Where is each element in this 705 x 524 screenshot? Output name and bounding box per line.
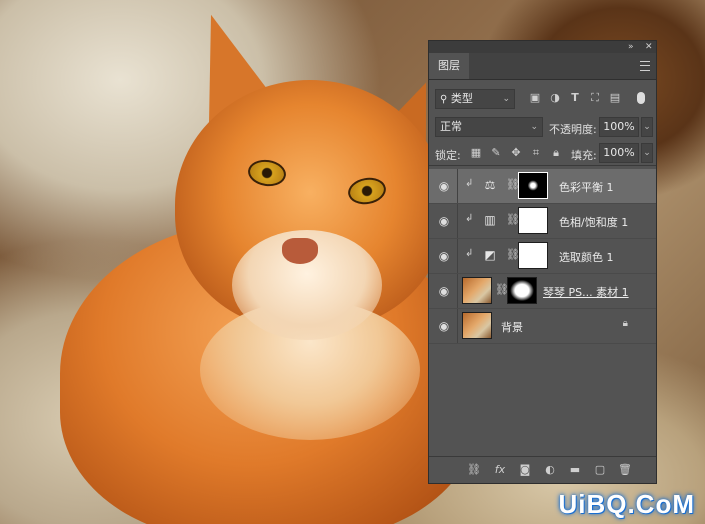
trash-icon[interactable]: 🗑︎ [618,463,632,477]
add-mask-icon[interactable]: ◙ [518,463,532,477]
lock-move-icon[interactable]: ✥ [509,146,523,160]
opacity-input[interactable]: 100% [599,117,639,137]
panel-menu-icon[interactable] [640,61,650,71]
text-icon[interactable]: T [569,92,581,104]
eye-icon[interactable]: ◉ [437,249,451,263]
fill-label: 填充: [571,149,597,162]
layer-mask-thumbnail[interactable] [518,172,548,199]
lock-all-icon[interactable]: 🔒︎ [549,146,563,160]
layer-background[interactable]: ◉ 背景 🔒︎ [429,309,656,344]
opacity-chevron-icon[interactable]: ⌄ [641,117,653,137]
lock-transparent-icon[interactable]: ▦ [469,146,483,160]
layer-name: 背景 [501,321,523,334]
layer-thumbnail[interactable] [462,312,492,339]
lock-label: 锁定: [435,149,461,162]
lock-brush-icon[interactable]: ✎ [489,146,503,160]
layer-name: 琴琴 PS... 素材 1 [543,286,629,299]
filter-row: ⚲ 类型 ⌄ ▣ ◑ T ⛶ ▤ [429,87,656,111]
eye-icon[interactable]: ◉ [437,284,451,298]
color-balance-icon: ⚖ [484,178,496,192]
layer-mask-thumbnail[interactable] [518,207,548,234]
panel-tabbar: 图层 [429,53,656,80]
new-layer-icon[interactable]: ▢ [593,463,607,477]
circle-half-icon[interactable]: ◑ [549,92,561,104]
layer-thumbnail[interactable] [462,277,492,304]
search-icon: ⚲ [440,94,448,105]
cat-nose [282,238,318,264]
close-icon[interactable]: ✕ [645,41,653,53]
folder-icon[interactable]: ▬ [568,463,582,477]
lock-artboard-icon[interactable]: ⌗ [529,146,543,160]
layer-hue-saturation[interactable]: ◉ ↲ ▥ ⛓ 色相/饱和度 1 [429,204,656,239]
layers-panel: » ✕ 图层 ⚲ 类型 ⌄ ▣ ◑ T ⛶ ▤ 正常 ⌄ 不透明度: 100% … [428,40,657,484]
layer-color-balance[interactable]: ◉ ↲ ⚖ ⛓ 色彩平衡 1 [429,169,656,204]
collapse-icon[interactable]: » [628,41,634,53]
toggle-icon[interactable] [637,92,645,104]
layer-name: 选取颜色 1 [559,251,614,264]
watermark: UiBQ.CoM [558,489,695,519]
layer-mask-thumbnail[interactable] [507,277,537,304]
clip-arrow-icon: ↲ [465,178,474,189]
hue-saturation-icon: ▥ [484,213,496,227]
transform-icon[interactable]: ⛶ [589,92,601,104]
eye-icon[interactable]: ◉ [437,319,451,333]
filter-kind-select[interactable]: ⚲ 类型 ⌄ [435,89,515,109]
layer-name: 色彩平衡 1 [559,181,614,194]
chevron-down-icon: ⌄ [530,122,538,132]
eye-icon[interactable]: ◉ [437,179,451,193]
blend-row: 正常 ⌄ 不透明度: 100% ⌄ [429,115,656,139]
adjustment-layer-icon[interactable]: ◐ [543,463,557,477]
filter-kind-label: 类型 [450,92,473,105]
eye-icon[interactable]: ◉ [437,214,451,228]
smart-object-icon[interactable]: ▤ [609,92,621,104]
fx-icon[interactable]: fx [493,463,507,477]
tab-layers[interactable]: 图层 [429,53,469,79]
layer-smart-object[interactable]: ◉ ⛓ 琴琴 PS... 素材 1 [429,274,656,309]
blend-mode-select[interactable]: 正常 ⌄ [435,117,543,137]
lock-row: 锁定: ▦ ✎ ✥ ⌗ 🔒︎ 填充: 100% ⌄ [429,141,656,166]
panel-bottombar: ⛓ fx ◙ ◐ ▬ ▢ 🗑︎ [429,456,656,483]
image-icon[interactable]: ▣ [529,92,541,104]
clip-arrow-icon: ↲ [465,248,474,259]
layer-selective-color[interactable]: ◉ ↲ ◩ ⛓ 选取颜色 1 [429,239,656,274]
blend-mode-label: 正常 [440,120,462,133]
layers-list: ◉ ↲ ⚖ ⛓ 色彩平衡 1 ◉ ↲ ▥ ⛓ 色相/饱和度 1 ◉ ↲ ◩ ⛓ … [429,169,656,344]
fill-chevron-icon[interactable]: ⌄ [641,143,653,163]
selective-color-icon: ◩ [484,248,496,262]
fill-input[interactable]: 100% [599,143,639,163]
clip-arrow-icon: ↲ [465,213,474,224]
panel-topbar: » ✕ [429,41,656,53]
layer-mask-thumbnail[interactable] [518,242,548,269]
lock-icon: 🔒︎ [622,318,628,329]
opacity-label: 不透明度: [549,123,597,136]
layer-name: 色相/饱和度 1 [559,216,629,229]
chevron-down-icon: ⌄ [502,94,510,104]
link-icon[interactable]: ⛓ [467,463,481,477]
